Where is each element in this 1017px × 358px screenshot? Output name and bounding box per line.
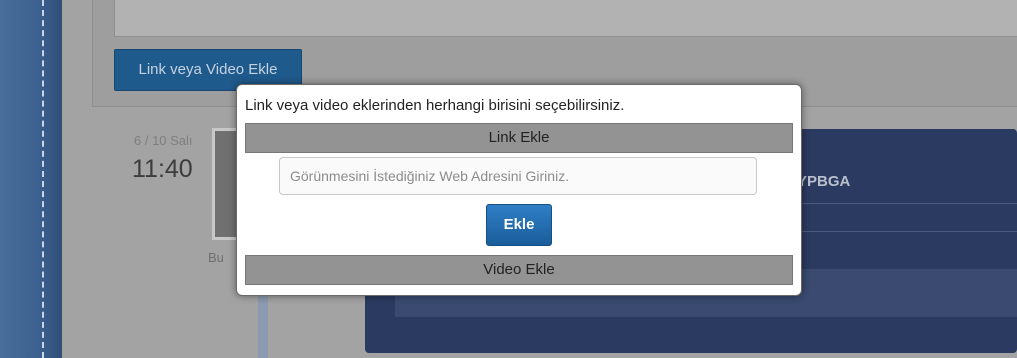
post-time: 11:40 (132, 155, 193, 183)
modal-message: Link veya video eklerinden herhangi biri… (245, 97, 625, 114)
add-button[interactable]: Ekle (486, 204, 552, 246)
rail-stitch (42, 0, 44, 358)
left-rail (0, 0, 62, 358)
author-name: Bu (208, 250, 224, 265)
url-input[interactable] (279, 157, 757, 195)
video-add-section-header[interactable]: Video Ekle (245, 255, 793, 285)
post-date: 6 / 10 Salı (134, 133, 193, 148)
post-card-title: YPBGA (797, 173, 851, 190)
composer-textarea (114, 0, 1017, 37)
add-link-video-modal: Link veya video eklerinden herhangi biri… (236, 84, 802, 296)
link-add-section-header[interactable]: Link Ekle (245, 123, 793, 153)
